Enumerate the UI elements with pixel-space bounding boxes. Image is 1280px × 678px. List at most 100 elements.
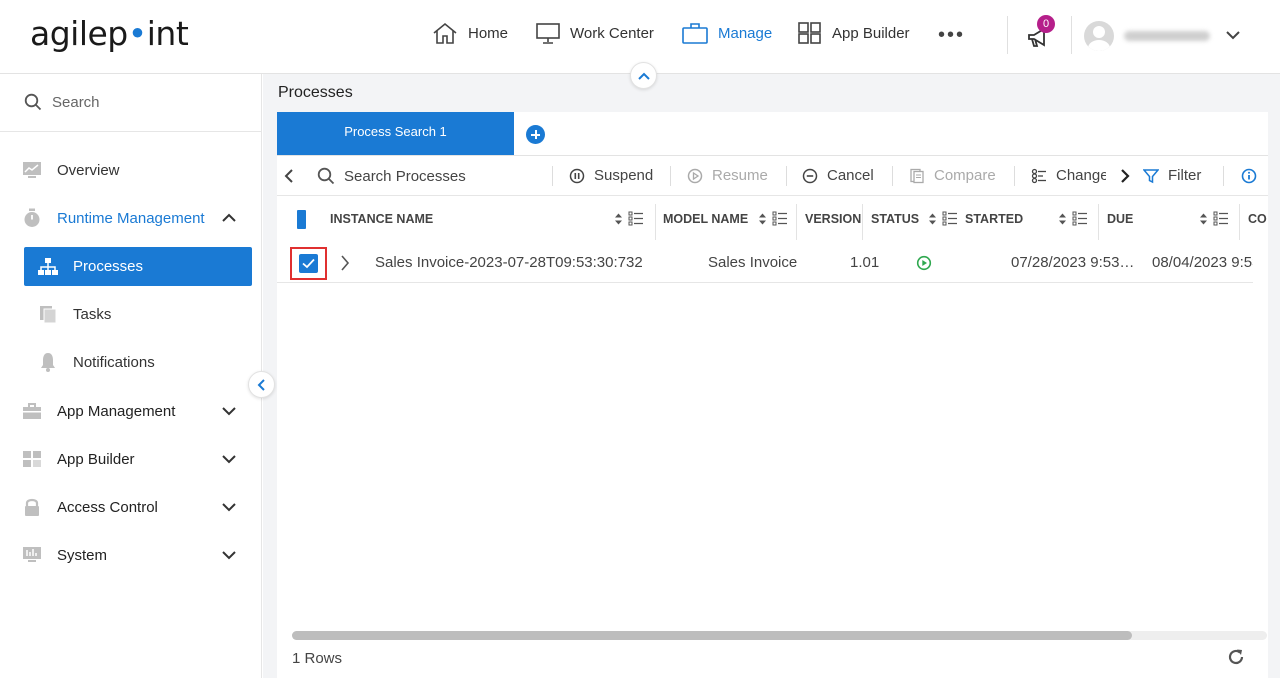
sidebar-item-system[interactable]: System [22, 543, 107, 567]
bell-icon [41, 353, 55, 372]
column-menu-icon [772, 211, 787, 226]
grid-header-row: INSTANCE NAME MODEL NAME VERSION STATUS … [277, 196, 1268, 244]
chevron-down-icon[interactable] [222, 453, 236, 465]
column-header-instance-name[interactable]: INSTANCE NAME [330, 212, 433, 226]
running-status-icon [916, 255, 932, 271]
compare-button[interactable]: Compare [909, 167, 996, 184]
column-divider[interactable] [796, 204, 797, 240]
sidebar-item-label: App Builder [57, 450, 135, 468]
nav-app-builder[interactable]: App Builder [798, 22, 910, 44]
column-header-version[interactable]: VERSION [805, 212, 861, 226]
tab-process-search-1[interactable]: Process Search 1 [277, 112, 514, 155]
table-row[interactable]: Sales Invoice-2023-07-28T09:53:30:732 Sa… [277, 244, 1253, 283]
chevron-down-icon[interactable] [1226, 27, 1240, 43]
nav-work-center[interactable]: Work Center [536, 22, 654, 44]
cell-started: 07/28/2023 9:53… [1011, 254, 1135, 271]
filter-button[interactable]: Filter [1143, 167, 1201, 184]
filter-icon [1143, 168, 1159, 183]
column-sort-filter-controls[interactable] [1058, 211, 1088, 226]
column-divider[interactable] [862, 204, 863, 240]
cancel-button[interactable]: Cancel [802, 167, 874, 184]
column-divider[interactable] [655, 204, 656, 240]
toolbar-divider [786, 166, 787, 186]
chevron-down-icon[interactable] [222, 549, 236, 561]
nav-work-center-label: Work Center [570, 24, 654, 42]
cell-instance-name[interactable]: Sales Invoice-2023-07-28T09:53:30:732 [375, 254, 643, 271]
select-all-checkbox[interactable] [297, 210, 306, 229]
column-menu-icon [942, 211, 957, 226]
header-divider [1007, 16, 1008, 54]
collapse-sidebar-button[interactable] [248, 371, 275, 398]
add-tab-icon[interactable] [526, 125, 545, 144]
sidebar-item-notifications[interactable]: Notifications [38, 350, 155, 374]
column-header-due[interactable]: DUE [1107, 212, 1133, 226]
sidebar-item-access-control[interactable]: Access Control [22, 495, 158, 519]
resume-button[interactable]: Resume [687, 167, 768, 184]
agilepoint-logo[interactable]: agilep•int [30, 14, 189, 53]
grid-icon [798, 22, 821, 44]
sidebar-item-app-management[interactable]: App Management [22, 399, 175, 423]
resume-label: Resume [712, 167, 768, 184]
collapse-header-button[interactable] [630, 62, 657, 89]
system-monitor-icon [23, 547, 41, 562]
column-header-completed[interactable]: CO [1248, 212, 1268, 226]
sidebar-search[interactable]: Search [24, 93, 100, 111]
suspend-button[interactable]: Suspend [569, 167, 653, 184]
checkmark-icon [302, 258, 315, 269]
horizontal-scrollbar[interactable] [292, 631, 1267, 640]
chevron-right-icon[interactable] [1119, 168, 1131, 184]
monitor-icon [536, 23, 560, 44]
username-blurred [1124, 31, 1210, 41]
nav-home[interactable]: Home [432, 22, 508, 44]
refresh-icon[interactable] [1227, 648, 1245, 666]
change-settings-icon [1031, 168, 1046, 183]
sidebar-item-app-builder[interactable]: App Builder [22, 447, 135, 471]
sidebar-item-runtime-management[interactable]: Runtime Management [22, 206, 205, 230]
toolbar-divider [1223, 166, 1224, 186]
grid-icon [23, 451, 41, 467]
row-checkbox[interactable] [299, 254, 318, 273]
column-sort-filter-controls[interactable] [1199, 211, 1229, 226]
sidebar-search-placeholder: Search [52, 93, 100, 111]
sort-icon [929, 213, 936, 224]
chevron-left-icon [257, 379, 265, 391]
column-header-started[interactable]: STARTED [965, 212, 1023, 226]
sidebar-item-overview[interactable]: Overview [22, 158, 120, 182]
info-icon[interactable] [1241, 168, 1257, 184]
search-processes-input[interactable]: Search Processes [317, 167, 466, 185]
sidebar-item-tasks[interactable]: Tasks [38, 302, 111, 326]
notification-count-badge: 0 [1037, 15, 1055, 33]
avatar[interactable] [1084, 21, 1114, 51]
search-processes-placeholder: Search Processes [344, 167, 466, 185]
expand-row-icon[interactable] [340, 255, 350, 271]
change-label: Change [1056, 167, 1106, 184]
chevron-up-icon[interactable] [222, 212, 236, 224]
column-menu-icon [1213, 211, 1228, 226]
chevron-down-icon[interactable] [222, 501, 236, 513]
nav-app-builder-label: App Builder [832, 24, 910, 42]
grid-toolbar: Search Processes Suspend Resume Cancel C… [277, 156, 1268, 196]
sidebar-item-processes[interactable]: Processes [24, 247, 252, 286]
scrollbar-thumb[interactable] [292, 631, 1132, 640]
main-content: Processes Process Search 1 Search Proces… [263, 74, 1280, 678]
column-header-status[interactable]: STATUS [871, 212, 919, 226]
sidebar-item-label: Overview [57, 161, 120, 179]
sidebar-item-label: Notifications [73, 353, 155, 371]
change-button[interactable]: Change [1031, 167, 1106, 184]
chevron-left-icon[interactable] [283, 168, 295, 184]
nav-home-label: Home [468, 24, 509, 42]
column-sort-filter-controls[interactable] [928, 211, 958, 226]
suspend-label: Suspend [594, 167, 654, 184]
column-divider[interactable] [1098, 204, 1099, 240]
column-sort-filter-controls[interactable] [758, 211, 788, 226]
column-divider[interactable] [1239, 204, 1240, 240]
cancel-label: Cancel [827, 167, 874, 184]
nav-manage[interactable]: Manage [682, 22, 772, 44]
more-icon[interactable]: ••• [938, 25, 965, 45]
column-sort-filter-controls[interactable] [614, 211, 644, 226]
pause-circle-icon [569, 168, 585, 183]
column-header-model-name[interactable]: MODEL NAME [663, 212, 748, 226]
toolbar-divider [892, 166, 893, 186]
search-icon [24, 93, 42, 111]
chevron-down-icon[interactable] [222, 405, 236, 417]
